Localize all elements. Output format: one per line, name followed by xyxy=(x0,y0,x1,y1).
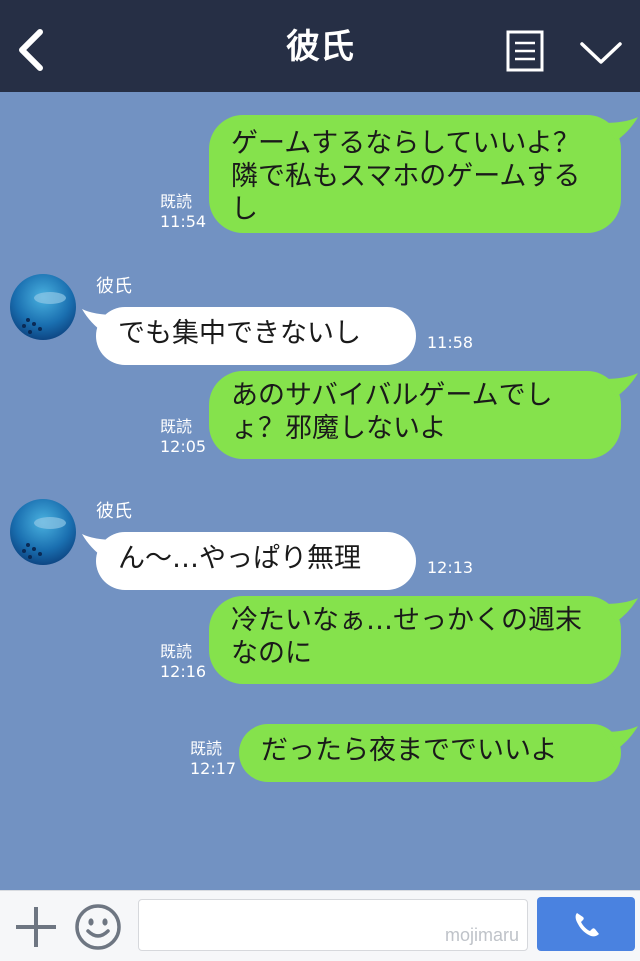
message-bubble[interactable]: ゲームするならしていいよ？隣で私もスマホのゲームするし xyxy=(209,115,621,233)
plus-icon xyxy=(16,907,56,947)
read-receipt: 既読 xyxy=(190,739,223,758)
read-receipt: 既読 xyxy=(160,642,193,661)
message-input[interactable]: mojimaru xyxy=(138,899,528,951)
message-bubble[interactable]: 冷たいなぁ…せっかくの週末なのに xyxy=(209,596,621,684)
read-receipt: 既読 xyxy=(160,192,193,211)
watermark-text: mojimaru xyxy=(444,925,519,945)
message-meta: 既読 12:05 xyxy=(160,417,206,457)
sender-name: 彼氏 xyxy=(96,501,132,522)
collapse-button[interactable] xyxy=(578,38,624,68)
bubble-tail xyxy=(604,373,638,397)
message-composer: mojimaru xyxy=(0,890,640,961)
add-button[interactable] xyxy=(14,905,58,949)
message-time: 12:13 xyxy=(427,558,474,577)
chevron-down-icon xyxy=(580,42,622,64)
message-text: でも集中できないし xyxy=(118,318,361,349)
message-meta: 既読 11:54 xyxy=(160,192,206,232)
avatar-image xyxy=(10,274,76,340)
message-bubble[interactable]: でも集中できないし xyxy=(96,307,416,365)
phone-icon xyxy=(575,913,599,937)
avatar-image xyxy=(10,499,76,565)
chat-title: 彼氏 xyxy=(286,27,354,67)
message-list[interactable]: 既読 11:54 ゲームするならしていいよ？隣で私もスマホのゲームするし 彼氏 … xyxy=(0,92,640,890)
chat-header: 彼氏 xyxy=(0,0,640,92)
message-meta: 既読 12:16 xyxy=(160,642,206,682)
message-text: ゲームするならしていいよ？隣で私もスマホのゲームするし xyxy=(231,128,581,225)
bubble-tail xyxy=(82,534,116,558)
message-bubble[interactable]: ん〜…やっぱり無理 xyxy=(96,532,416,590)
message-time: 11:54 xyxy=(160,212,207,231)
sender-name: 彼氏 xyxy=(96,276,132,297)
bubble-tail xyxy=(604,726,638,750)
message-time: 11:58 xyxy=(427,333,474,352)
menu-icon xyxy=(506,30,544,72)
bubble-tail xyxy=(82,309,116,333)
emoji-icon xyxy=(75,904,121,950)
menu-button[interactable] xyxy=(506,30,544,72)
avatar[interactable] xyxy=(10,274,76,340)
chevron-left-icon xyxy=(19,29,43,71)
message-bubble[interactable]: あのサバイバルゲームでしょ？邪魔しないよ xyxy=(209,371,621,459)
message-text: ん〜…やっぱり無理 xyxy=(118,543,361,574)
call-button[interactable] xyxy=(537,897,635,951)
message-text: 冷たいなぁ…せっかくの週末なのに xyxy=(231,605,582,669)
read-receipt: 既読 xyxy=(160,417,193,436)
message-time: 12:16 xyxy=(160,662,207,681)
message-bubble[interactable]: だったら夜まででいいよ xyxy=(239,724,621,782)
avatar[interactable] xyxy=(10,499,76,565)
back-button[interactable] xyxy=(14,28,50,72)
message-meta: 既読 12:17 xyxy=(190,739,236,779)
message-text: あのサバイバルゲームでしょ？邪魔しないよ xyxy=(231,380,553,444)
message-time: 12:17 xyxy=(190,759,237,778)
message-time: 12:05 xyxy=(160,437,207,456)
bubble-tail xyxy=(604,598,638,622)
bubble-tail xyxy=(604,117,638,141)
emoji-button[interactable] xyxy=(74,903,122,951)
message-text: だったら夜まででいいよ xyxy=(261,735,558,766)
